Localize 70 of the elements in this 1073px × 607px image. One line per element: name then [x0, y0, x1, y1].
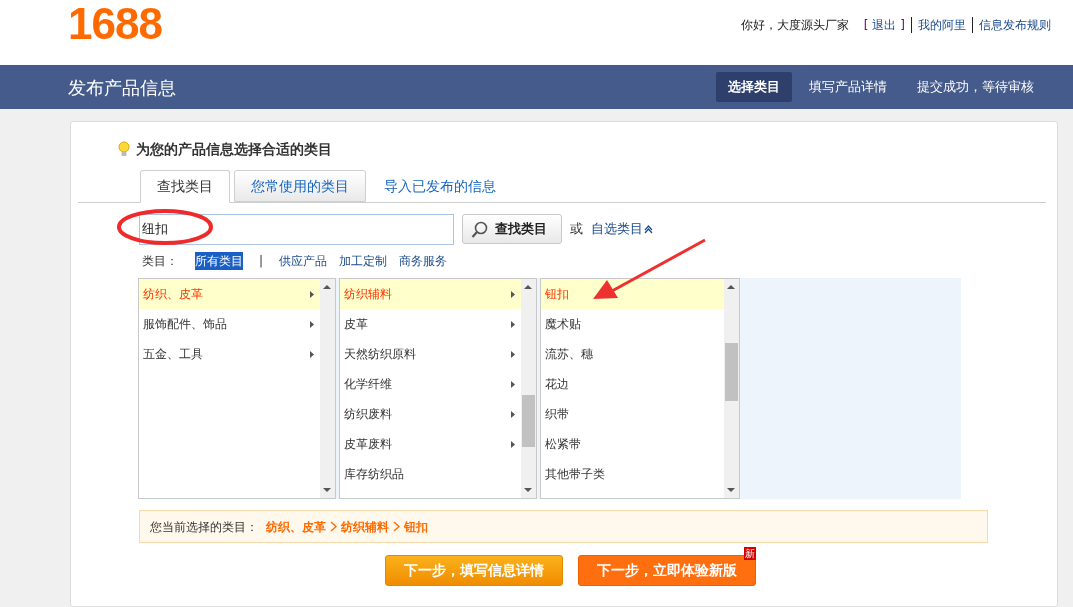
triangle-right-icon: [511, 320, 515, 328]
breadcrumb-item: 纺织、皮革: [266, 518, 326, 536]
filter-link[interactable]: 加工定制: [339, 252, 388, 270]
filter-link[interactable]: 供应产品: [279, 252, 328, 270]
filter-link[interactable]: 商务服务: [399, 252, 448, 270]
category-item[interactable]: 天然纺织原料: [340, 339, 521, 369]
search-field[interactable]: 纽扣: [139, 213, 454, 245]
scroll-up-icon: [524, 285, 532, 289]
logout-link[interactable]: 退出: [872, 16, 897, 34]
bracket-text: [: [863, 17, 869, 34]
triangle-right-icon: [511, 350, 515, 358]
bracket-text: ]: [900, 17, 905, 34]
category-item[interactable]: 皮革: [340, 309, 521, 339]
scroll-up-icon: [323, 285, 331, 289]
scroll-down-icon: [524, 488, 532, 492]
greeting-text: 你好，大度源头厂家: [740, 17, 849, 34]
scroll-down-icon: [727, 488, 735, 492]
category-item[interactable]: 纺织辅料: [340, 279, 521, 309]
chevron-right-icon: [393, 521, 400, 532]
category-item[interactable]: 纺织、皮革: [139, 279, 320, 309]
triangle-right-icon: [511, 290, 515, 298]
import-link[interactable]: 导入已发布的信息: [370, 170, 510, 202]
category-item[interactable]: 库存纺织品: [340, 459, 521, 489]
scrollbar[interactable]: [521, 279, 536, 498]
category-item[interactable]: 皮革废料: [340, 429, 521, 459]
search-button[interactable]: 查找类目: [462, 214, 562, 244]
lightbulb-icon: [117, 141, 131, 157]
tab[interactable]: 您常使用的类目: [234, 170, 366, 202]
chevron-up-icon: [644, 224, 653, 234]
triangle-right-icon: [310, 320, 314, 328]
category-item[interactable]: 服饰配件、饰品: [139, 309, 320, 339]
tab[interactable]: 查找类目: [140, 170, 230, 203]
category-item[interactable]: 钮扣: [541, 279, 724, 309]
category-item[interactable]: 化学纤维: [340, 369, 521, 399]
header-link[interactable]: 我的阿里: [918, 16, 966, 34]
search-icon: [471, 220, 488, 238]
step-label: 提交成功，等待审核: [916, 78, 1035, 97]
hint-text: 为您的产品信息选择合适的类目: [136, 139, 332, 159]
breadcrumb-label: 您当前选择的类目：: [150, 518, 258, 536]
header-link[interactable]: 信息发布规则: [979, 16, 1051, 34]
separator-text: |: [259, 253, 264, 270]
triangle-right-icon: [511, 380, 515, 388]
scroll-up-icon: [727, 285, 735, 289]
category-item[interactable]: 花边: [541, 369, 724, 399]
triangle-right-icon: [511, 440, 515, 448]
triangle-right-icon: [310, 350, 314, 358]
scrollbar[interactable]: [320, 279, 335, 498]
category-item[interactable]: 流苏、穗: [541, 339, 724, 369]
filter-link[interactable]: 所有类目: [195, 252, 243, 270]
step-label: 选择类目: [716, 72, 792, 102]
or-text: 或: [570, 220, 583, 239]
filter-label: 类目：: [142, 253, 178, 270]
category-item[interactable]: 五金、工具: [139, 339, 320, 369]
page-title: 发布产品信息: [68, 75, 176, 100]
category-item[interactable]: 其他带子类: [541, 459, 724, 489]
custom-category-link[interactable]: 自选类目: [591, 219, 653, 239]
category-item[interactable]: 纺织废料: [340, 399, 521, 429]
scroll-thumb[interactable]: [522, 395, 535, 447]
triangle-right-icon: [511, 410, 515, 418]
category-item[interactable]: 松紧带: [541, 429, 724, 459]
step-label: 填写产品详情: [808, 78, 888, 97]
breadcrumb-item: 钮扣: [404, 518, 428, 536]
triangle-right-icon: [310, 290, 314, 298]
category-item[interactable]: 织带: [541, 399, 724, 429]
scroll-thumb[interactable]: [725, 343, 738, 401]
category-item[interactable]: 魔术贴: [541, 309, 724, 339]
scroll-down-icon: [323, 488, 331, 492]
chevron-right-icon: [330, 521, 337, 532]
breadcrumb-item: 纺织辅料: [341, 518, 389, 536]
scrollbar[interactable]: [724, 279, 739, 498]
